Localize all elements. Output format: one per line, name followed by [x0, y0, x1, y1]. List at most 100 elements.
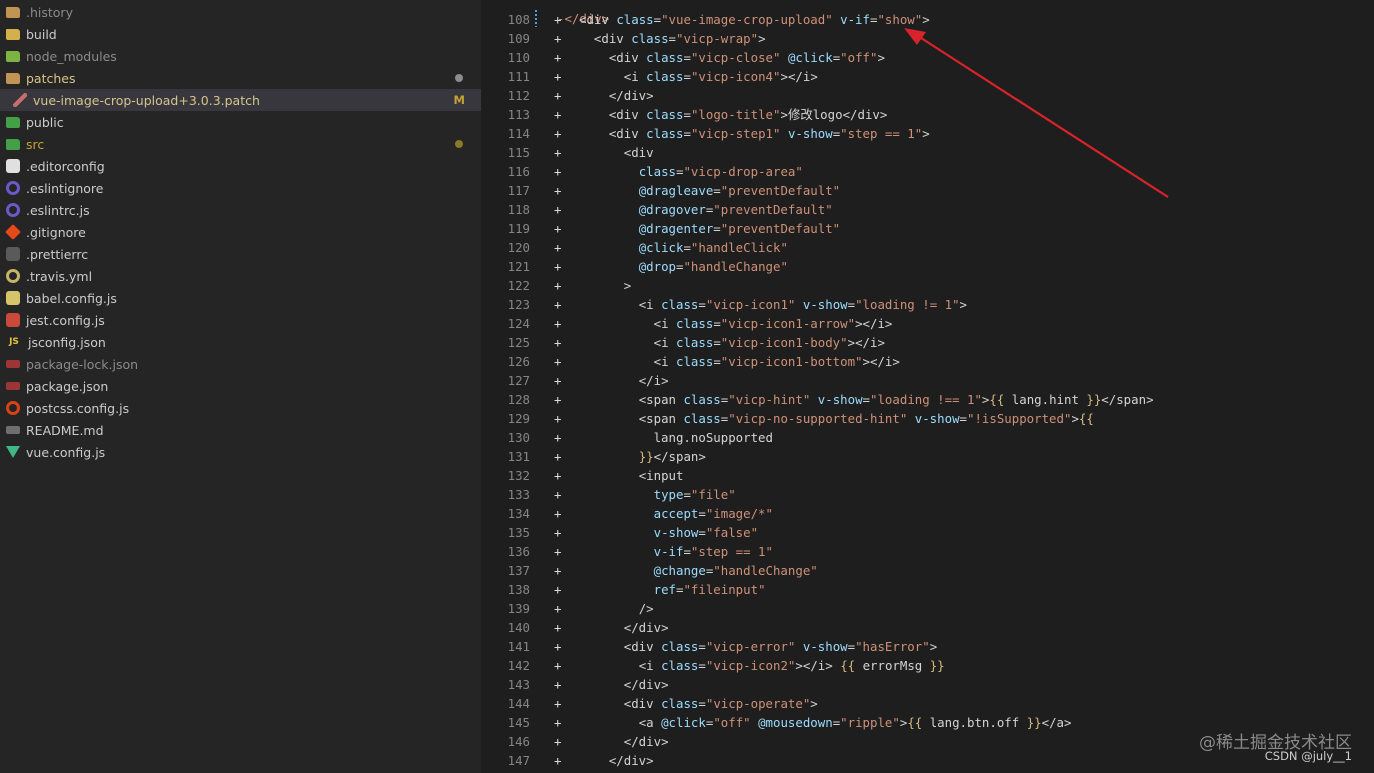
- line-number: 131: [507, 449, 530, 464]
- code-line: 137 + @change="handleChange": [481, 561, 1374, 580]
- code-line: 139 + />: [481, 599, 1374, 618]
- explorer-item[interactable]: package.json: [0, 375, 481, 397]
- line-number: 129: [507, 411, 530, 426]
- diff-added-marker: +: [554, 297, 562, 312]
- line-number: 121: [507, 259, 530, 274]
- code-line: 110 + <div class="vicp-close" @click="off…: [481, 48, 1374, 67]
- line-number: 137: [507, 563, 530, 578]
- git-icon: [5, 224, 21, 240]
- diff-added-marker: +: [554, 240, 562, 255]
- explorer-item[interactable]: .prettierrc: [0, 243, 481, 265]
- npm-icon: [6, 382, 20, 390]
- line-number: 110: [507, 50, 530, 65]
- explorer-item[interactable]: vue-image-crop-upload+3.0.3.patch M: [0, 89, 481, 111]
- code-line: 117 + @dragleave="preventDefault": [481, 181, 1374, 200]
- code-text: lang.noSupported: [579, 430, 773, 445]
- code-text: @drop="handleChange": [638, 259, 788, 274]
- diff-added-marker: +: [554, 69, 562, 84]
- explorer-item-label: vue-image-crop-upload+3.0.3.patch: [33, 92, 260, 108]
- code-line: 120 + @click="handleClick": [481, 238, 1374, 257]
- diff-added-marker: +: [554, 468, 562, 483]
- line-number: 147: [507, 753, 530, 768]
- code-line: 122 + >: [481, 276, 1374, 295]
- code-editor[interactable]: -</div> 108 + <div class="vue-image-crop-u…: [481, 0, 1374, 773]
- diff-added-marker: +: [554, 506, 562, 521]
- code-line: 119 + @dragenter="preventDefault": [481, 219, 1374, 238]
- code-line: 140 + </div>: [481, 618, 1374, 637]
- explorer-item[interactable]: patches: [0, 67, 481, 89]
- code-line: 138 + ref="fileinput": [481, 580, 1374, 599]
- code-text: <div class="vue-image-crop-upload" v-if=…: [579, 12, 930, 27]
- explorer-item[interactable]: postcss.config.js: [0, 397, 481, 419]
- explorer-item[interactable]: README.md: [0, 419, 481, 441]
- explorer-item[interactable]: node_modules: [0, 45, 481, 67]
- code-line: 112 + </div>: [481, 86, 1374, 105]
- explorer-item-label: vue.config.js: [26, 444, 106, 460]
- code-text: <div class="vicp-step1" v-show="step == …: [608, 126, 930, 141]
- explorer-item[interactable]: vue.config.js: [0, 441, 481, 463]
- code-line: 129 + <span class="vicp-no-supported-hint…: [481, 409, 1374, 428]
- explorer-item[interactable]: .editorconfig: [0, 155, 481, 177]
- code-line: 142 + <i class="vicp-icon2"></i> {{ error…: [481, 656, 1374, 675]
- npm-icon: [6, 360, 20, 368]
- diff-added-marker: +: [554, 753, 562, 768]
- code-text: <i class="vicp-icon1-bottom"></i>: [653, 354, 900, 369]
- code-line: 130 + lang.noSupported: [481, 428, 1374, 447]
- explorer-item[interactable]: .eslintignore: [0, 177, 481, 199]
- explorer-item[interactable]: package-lock.json: [0, 353, 481, 375]
- explorer-item[interactable]: src: [0, 133, 481, 155]
- diff-added-marker: +: [554, 31, 562, 46]
- line-number: 128: [507, 392, 530, 407]
- code-line: 123 + <i class="vicp-icon1" v-show="loadi…: [481, 295, 1374, 314]
- diff-added-marker: +: [554, 126, 562, 141]
- explorer-item-label: babel.config.js: [26, 290, 117, 306]
- public-folder-icon: [6, 116, 20, 128]
- line-number: 112: [507, 88, 530, 103]
- editorconfig-icon: [6, 159, 20, 173]
- diff-added-marker: +: [554, 487, 562, 502]
- code-line: 133 + type="file": [481, 485, 1374, 504]
- code-text: class="vicp-drop-area": [638, 164, 803, 179]
- explorer-item[interactable]: .gitignore: [0, 221, 481, 243]
- explorer-item-label: README.md: [26, 422, 104, 438]
- code-line: 125 + <i class="vicp-icon1-body"></i>: [481, 333, 1374, 352]
- explorer-item-label: postcss.config.js: [26, 400, 130, 416]
- explorer-item-label: jsconfig.json: [28, 334, 106, 350]
- code-text: </div>: [623, 677, 669, 692]
- line-number: 118: [507, 202, 530, 217]
- line-number: 113: [507, 107, 530, 122]
- explorer-item[interactable]: babel.config.js: [0, 287, 481, 309]
- code-line-partial: -</div>: [481, 0, 1374, 26]
- code-text: />: [638, 601, 654, 616]
- explorer-item[interactable]: build: [0, 23, 481, 45]
- diff-added-marker: +: [554, 696, 562, 711]
- explorer-item[interactable]: .history: [0, 1, 481, 23]
- explorer-item[interactable]: .eslintrc.js: [0, 199, 481, 221]
- line-number: 138: [507, 582, 530, 597]
- code-text: <a @click="off" @mousedown="ripple">{{ l…: [638, 715, 1072, 730]
- code-text: accept="image/*": [653, 506, 773, 521]
- explorer-item[interactable]: jest.config.js: [0, 309, 481, 331]
- explorer-item[interactable]: public: [0, 111, 481, 133]
- explorer-item-label: .travis.yml: [26, 268, 93, 284]
- code-text: <span class="vicp-hint" v-show="loading …: [638, 392, 1154, 407]
- explorer-item[interactable]: .travis.yml: [0, 265, 481, 287]
- code-line: 141 + <div class="vicp-error" v-show="has…: [481, 637, 1374, 656]
- line-number: 126: [507, 354, 530, 369]
- code-text: </div>: [608, 88, 654, 103]
- diff-added-marker: +: [554, 12, 562, 27]
- folder-icon: [6, 72, 20, 84]
- babel-icon: [6, 291, 20, 305]
- diff-added-marker: +: [554, 658, 562, 673]
- diff-added-marker: +: [554, 582, 562, 597]
- explorer-item-label: src: [26, 136, 45, 152]
- code-text: <i class="vicp-icon1" v-show="loading !=…: [638, 297, 967, 312]
- code-line: 111 + <i class="vicp-icon4"></i>: [481, 67, 1374, 86]
- line-number: 145: [507, 715, 530, 730]
- code-line: 147 + </div>: [481, 751, 1374, 770]
- line-number: 130: [507, 430, 530, 445]
- line-number: 140: [507, 620, 530, 635]
- code-text: </div>: [623, 734, 669, 749]
- explorer-item[interactable]: JS jsconfig.json: [0, 331, 481, 353]
- code-text: type="file": [653, 487, 736, 502]
